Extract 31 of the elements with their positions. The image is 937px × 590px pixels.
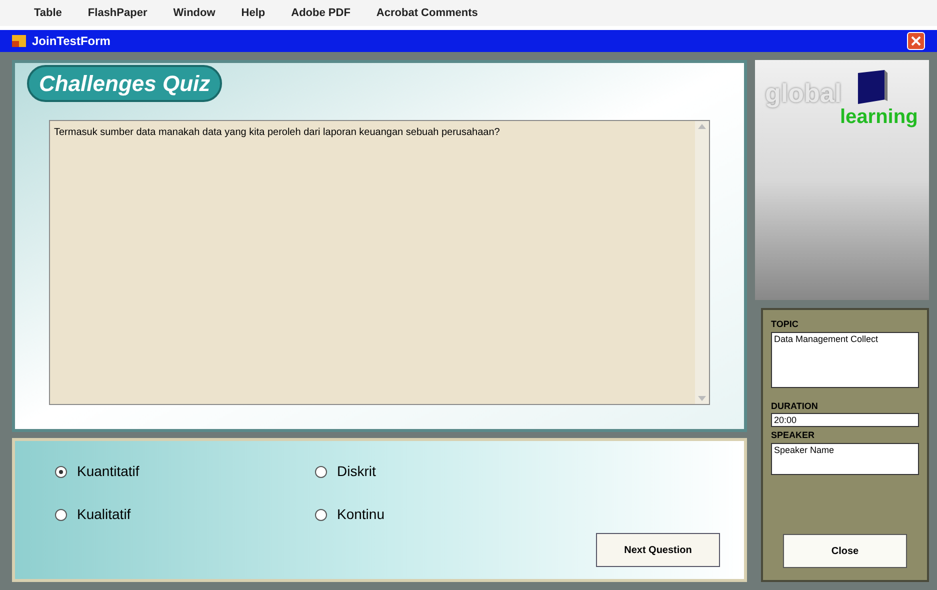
- menu-item[interactable]: FlashPaper: [88, 4, 148, 22]
- speaker-label: SPEAKER: [771, 429, 816, 442]
- answer-radio[interactable]: Kualitatif: [55, 504, 315, 525]
- logo-learning: learning: [840, 106, 918, 128]
- topic-field[interactable]: Data Management Collect: [771, 332, 919, 388]
- speaker-field[interactable]: Speaker Name: [771, 442, 919, 474]
- question-text: Termasuk sumber data manakah data yang kita peroleh dari laporan keuangan sebuah perusahaan?: [53, 126, 501, 140]
- topic-label: TOPIC: [771, 318, 800, 331]
- radio-button[interactable]: [55, 466, 67, 478]
- radio-button[interactable]: [315, 466, 327, 478]
- menu-item[interactable]: Window: [173, 4, 216, 22]
- close-icon: [911, 36, 921, 46]
- menu-item[interactable]: Help: [241, 4, 266, 22]
- quiz-title: Challenges Quiz: [27, 65, 222, 102]
- close-panel-button[interactable]: Close: [783, 534, 907, 568]
- app-icon: [12, 35, 26, 47]
- answer-radio[interactable]: Diskrit: [315, 461, 575, 482]
- window-title: JoinTestForm: [32, 33, 112, 50]
- duration-label: DURATION: [771, 400, 819, 412]
- answer-radio[interactable]: Kuantitatif: [55, 461, 315, 482]
- answer-radio[interactable]: Kontinu: [315, 504, 575, 525]
- next-question-button[interactable]: Next Question: [596, 533, 720, 567]
- menu-item[interactable]: Acrobat Comments: [376, 4, 478, 22]
- menu-item[interactable]: Adobe PDF: [291, 4, 350, 22]
- close-button[interactable]: [907, 32, 925, 50]
- radio-button[interactable]: [315, 508, 327, 520]
- radio-button[interactable]: [55, 508, 67, 520]
- duration-field[interactable]: 20:00: [771, 413, 919, 427]
- book-icon: [855, 70, 889, 104]
- logo-global: global: [765, 77, 842, 108]
- menu-item[interactable]: Table: [34, 4, 62, 22]
